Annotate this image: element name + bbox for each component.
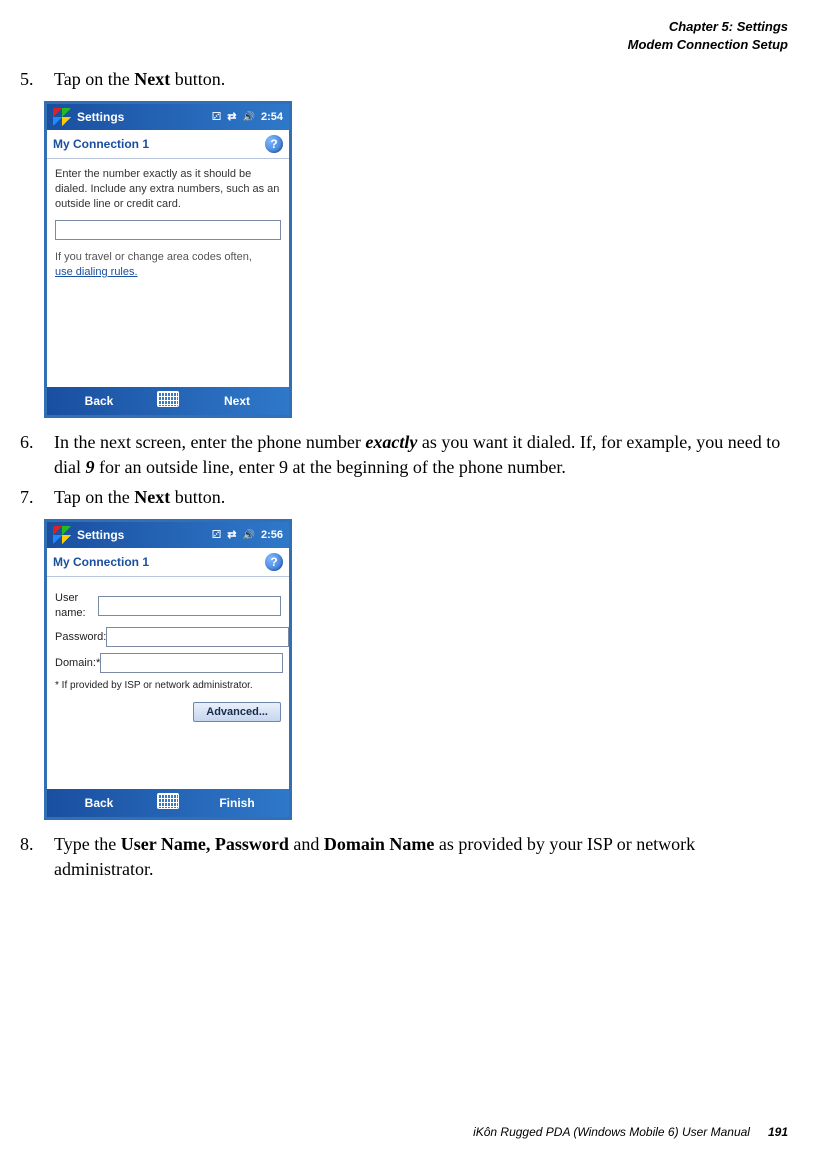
pda-title: Settings [77, 109, 124, 125]
step-text: In the next screen, enter the phone numb… [54, 430, 788, 479]
next-button[interactable]: Next [185, 393, 289, 409]
password-row: Password: [55, 627, 281, 647]
status-icons: 2:54 [212, 110, 283, 125]
step-number: 6. [20, 430, 54, 479]
pda-subheader: My Connection 1 ? [47, 548, 289, 577]
bold-word: Next [134, 487, 170, 507]
clock-time: 2:54 [261, 110, 283, 125]
keyboard-icon [157, 391, 179, 407]
page-header: Chapter 5: Settings Modem Connection Set… [20, 18, 788, 53]
pda-subheader: My Connection 1 ? [47, 130, 289, 159]
username-label: User name: [55, 591, 98, 621]
connection-name: My Connection 1 [53, 554, 149, 570]
keyboard-button[interactable] [151, 391, 185, 411]
back-button[interactable]: Back [47, 393, 151, 409]
advanced-row: Advanced... [55, 702, 281, 722]
pda-title: Settings [77, 527, 124, 543]
pda-title-bar: Settings 2:54 [47, 104, 289, 130]
back-button[interactable]: Back [47, 795, 151, 811]
signal-icon [212, 528, 222, 543]
pda-title-bar: Settings 2:56 [47, 522, 289, 548]
chapter-line: Chapter 5: Settings [20, 18, 788, 36]
text: In the next screen, enter the phone numb… [54, 432, 365, 452]
section-line: Modem Connection Setup [20, 36, 788, 54]
pda-bottom-bar: Back Next [47, 387, 289, 415]
step-5: 5. Tap on the Next button. [20, 67, 788, 91]
finish-button[interactable]: Finish [185, 795, 289, 811]
screenshot-1: Settings 2:54 My Connection 1 ? Enter th… [44, 101, 788, 418]
bold-word: Next [134, 69, 170, 89]
status-icons: 2:56 [212, 528, 283, 543]
network-icon [227, 528, 236, 543]
step-number: 7. [20, 485, 54, 509]
step-8: 8. Type the User Name, Password and Doma… [20, 832, 788, 881]
page-footer: iKôn Rugged PDA (Windows Mobile 6) User … [30, 1125, 788, 1139]
volume-icon [243, 528, 255, 543]
start-flag-icon[interactable] [53, 108, 71, 126]
instruction-text: Enter the number exactly as it should be… [55, 167, 281, 212]
bold-phrase: User Name, Password [121, 834, 289, 854]
dialing-note: If you travel or change area codes often… [55, 250, 281, 280]
phone-number-input[interactable] [55, 220, 281, 240]
text: for an outside line, enter 9 at the begi… [95, 457, 566, 477]
start-flag-icon[interactable] [53, 526, 71, 544]
help-icon[interactable]: ? [265, 135, 283, 153]
step-number: 8. [20, 832, 54, 881]
step-text: Tap on the Next button. [54, 485, 788, 509]
step-number: 5. [20, 67, 54, 91]
dialing-rules-link[interactable]: use dialing rules. [55, 266, 138, 278]
text: button. [170, 69, 225, 89]
advanced-button[interactable]: Advanced... [193, 702, 281, 722]
username-row: User name: [55, 591, 281, 621]
help-icon[interactable]: ? [265, 553, 283, 571]
domain-input[interactable] [100, 653, 283, 673]
connection-name: My Connection 1 [53, 136, 149, 152]
pda-bottom-bar: Back Finish [47, 789, 289, 817]
pda-window: Settings 2:56 My Connection 1 ? User [44, 519, 292, 820]
text: and [289, 834, 324, 854]
keyboard-icon [157, 793, 179, 809]
pda-body: User name: Password: Domain:* * If provi… [47, 577, 289, 789]
password-input[interactable] [106, 627, 289, 647]
signal-icon [212, 110, 222, 125]
step-text: Type the User Name, Password and Domain … [54, 832, 788, 881]
note-text: If you travel or change area codes often… [55, 251, 252, 263]
screenshot-2: Settings 2:56 My Connection 1 ? User [44, 519, 788, 820]
text: Tap on the [54, 69, 134, 89]
pda-window: Settings 2:54 My Connection 1 ? Enter th… [44, 101, 292, 418]
keyboard-button[interactable] [151, 793, 185, 813]
text: Type the [54, 834, 121, 854]
username-input[interactable] [98, 596, 281, 616]
network-icon [227, 110, 236, 125]
step-7: 7. Tap on the Next button. [20, 485, 788, 509]
text: button. [170, 487, 225, 507]
step-6: 6. In the next screen, enter the phone n… [20, 430, 788, 479]
pda-body: Enter the number exactly as it should be… [47, 159, 289, 387]
domain-row: Domain:* [55, 653, 281, 673]
emph-word: 9 [86, 457, 95, 477]
clock-time: 2:56 [261, 528, 283, 543]
bold-phrase: Domain Name [324, 834, 435, 854]
step-text: Tap on the Next button. [54, 67, 788, 91]
page-number: 191 [768, 1125, 788, 1139]
volume-icon [243, 110, 255, 125]
emph-word: exactly [365, 432, 417, 452]
domain-label: Domain:* [55, 656, 100, 671]
text: Tap on the [54, 487, 134, 507]
password-label: Password: [55, 630, 106, 645]
footer-text: iKôn Rugged PDA (Windows Mobile 6) User … [473, 1125, 750, 1139]
domain-footnote: * If provided by ISP or network administ… [55, 679, 281, 693]
